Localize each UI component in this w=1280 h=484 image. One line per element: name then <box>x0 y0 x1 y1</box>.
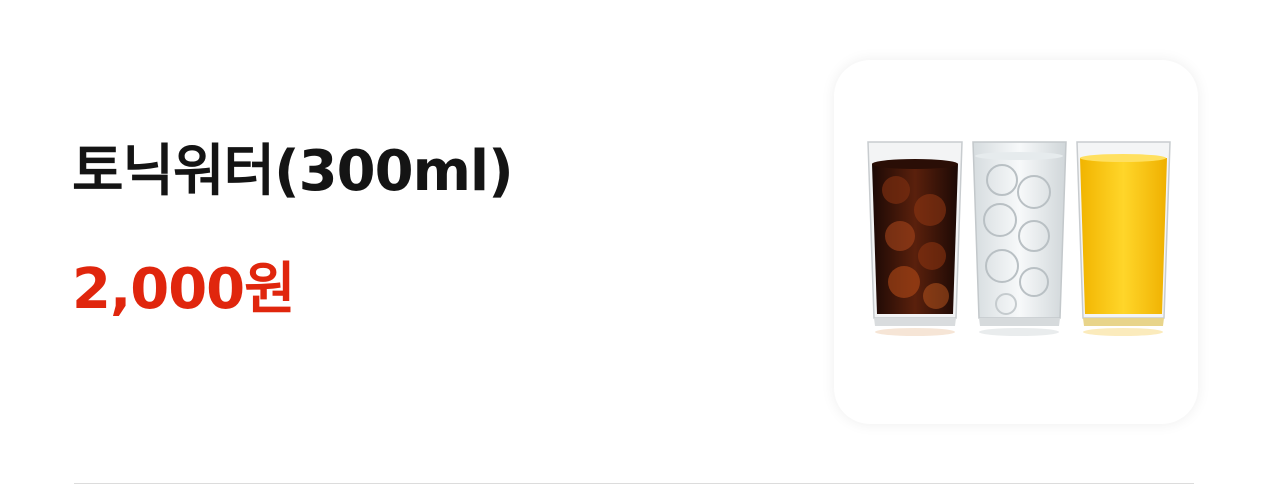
soda-glass <box>972 141 1067 326</box>
cola-glass <box>867 141 963 326</box>
item-price: 2,000원 <box>72 257 296 322</box>
menu-item-card[interactable]: 토닉워터(300ml) 2,000원 <box>0 0 1280 484</box>
orange-glass <box>1076 141 1171 326</box>
item-name: 토닉워터(300ml) <box>72 139 514 204</box>
drinks-photo-icon <box>867 141 1171 336</box>
item-thumbnail[interactable] <box>834 60 1198 424</box>
